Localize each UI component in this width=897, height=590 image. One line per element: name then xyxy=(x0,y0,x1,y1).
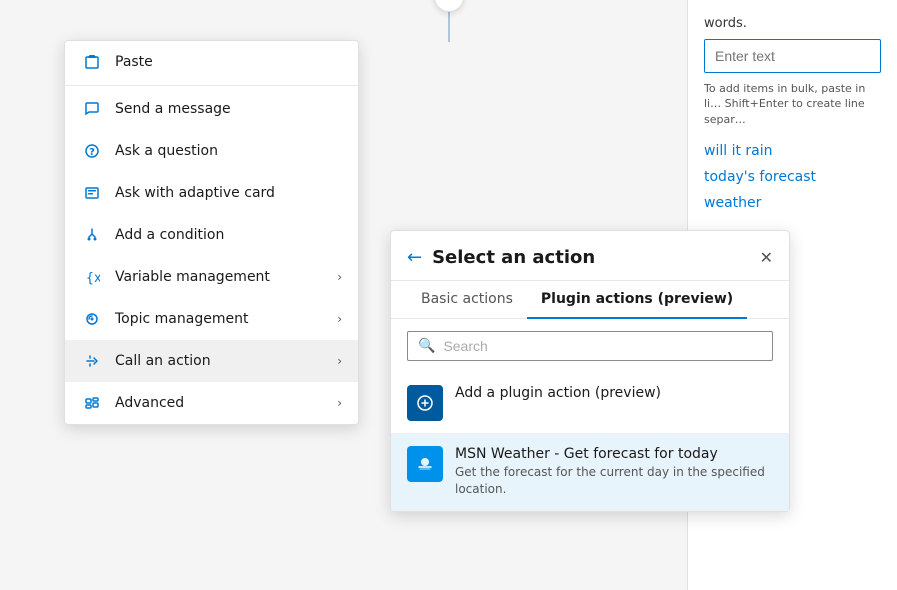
action-icon xyxy=(81,350,103,372)
action-item-msn-weather[interactable]: MSN Weather - Get forecast for today Get… xyxy=(391,434,789,511)
context-menu: Paste Send a message ? Ask a question xyxy=(64,40,359,425)
close-button[interactable]: ✕ xyxy=(434,0,464,12)
menu-item-add-condition[interactable]: Add a condition xyxy=(65,214,358,256)
msn-weather-desc: Get the forecast for the current day in … xyxy=(455,464,773,498)
adaptive-icon xyxy=(81,182,103,204)
search-icon: 🔍 xyxy=(418,338,435,354)
topic-chevron-icon: › xyxy=(337,312,342,326)
svg-text:?: ? xyxy=(89,147,95,158)
topic-icon xyxy=(81,308,103,330)
action-item-add-plugin[interactable]: Add a plugin action (preview) xyxy=(391,373,789,434)
action-panel: ← Select an action ✕ Basic actions Plugi… xyxy=(390,230,790,512)
menu-item-paste[interactable]: Paste xyxy=(65,41,358,83)
menu-item-topic-management[interactable]: Topic management › xyxy=(65,298,358,340)
enter-text-input[interactable] xyxy=(704,39,881,73)
advanced-label: Advanced xyxy=(115,395,337,411)
topic-management-label: Topic management xyxy=(115,311,337,327)
weather-icon xyxy=(407,446,443,482)
menu-item-call-action[interactable]: Call an action › xyxy=(65,340,358,382)
variable-chevron-icon: › xyxy=(337,270,342,284)
menu-item-variable-management[interactable]: {x} Variable management › xyxy=(65,256,358,298)
add-plugin-content: Add a plugin action (preview) xyxy=(455,385,661,403)
condition-icon xyxy=(81,224,103,246)
add-plugin-title: Add a plugin action (preview) xyxy=(455,385,661,401)
action-panel-close-button[interactable]: ✕ xyxy=(760,248,773,267)
words-text: words. xyxy=(704,16,881,31)
divider-1 xyxy=(65,85,358,86)
call-action-label: Call an action xyxy=(115,353,337,369)
action-panel-title: Select an action xyxy=(432,247,760,268)
add-condition-label: Add a condition xyxy=(115,227,342,243)
svg-text:{x}: {x} xyxy=(86,271,100,285)
message-icon xyxy=(81,98,103,120)
variable-management-label: Variable management xyxy=(115,269,337,285)
msn-weather-title: MSN Weather - Get forecast for today xyxy=(455,446,773,462)
question-icon: ? xyxy=(81,140,103,162)
advanced-icon xyxy=(81,392,103,414)
search-input[interactable] xyxy=(443,338,762,354)
variable-icon: {x} xyxy=(81,266,103,288)
menu-item-ask-question[interactable]: ? Ask a question xyxy=(65,130,358,172)
tab-basic-actions[interactable]: Basic actions xyxy=(407,281,527,319)
close-icon: ✕ xyxy=(443,0,455,5)
menu-item-ask-adaptive[interactable]: Ask with adaptive card xyxy=(65,172,358,214)
ask-adaptive-label: Ask with adaptive card xyxy=(115,185,342,201)
action-panel-header: ← Select an action ✕ xyxy=(391,231,789,281)
action-list: Add a plugin action (preview) MSN Weathe… xyxy=(391,373,789,511)
back-button[interactable]: ← xyxy=(407,247,422,268)
msn-weather-content: MSN Weather - Get forecast for today Get… xyxy=(455,446,773,498)
menu-item-advanced[interactable]: Advanced › xyxy=(65,382,358,424)
hint-text: To add items in bulk, paste in li… Shift… xyxy=(704,81,881,127)
search-box: 🔍 xyxy=(407,331,773,361)
paste-icon xyxy=(81,51,103,73)
call-action-chevron-icon: › xyxy=(337,354,342,368)
tag-weather[interactable]: weather xyxy=(704,195,881,211)
search-container: 🔍 xyxy=(391,319,789,373)
advanced-chevron-icon: › xyxy=(337,396,342,410)
menu-item-send-message[interactable]: Send a message xyxy=(65,88,358,130)
tag-will-it-rain[interactable]: will it rain xyxy=(704,143,881,159)
send-message-label: Send a message xyxy=(115,101,342,117)
action-panel-tabs: Basic actions Plugin actions (preview) xyxy=(391,281,789,319)
tag-todays-forecast[interactable]: today's forecast xyxy=(704,169,881,185)
add-plugin-icon xyxy=(407,385,443,421)
tab-plugin-actions[interactable]: Plugin actions (preview) xyxy=(527,281,747,319)
ask-question-label: Ask a question xyxy=(115,143,342,159)
paste-label: Paste xyxy=(115,54,342,70)
